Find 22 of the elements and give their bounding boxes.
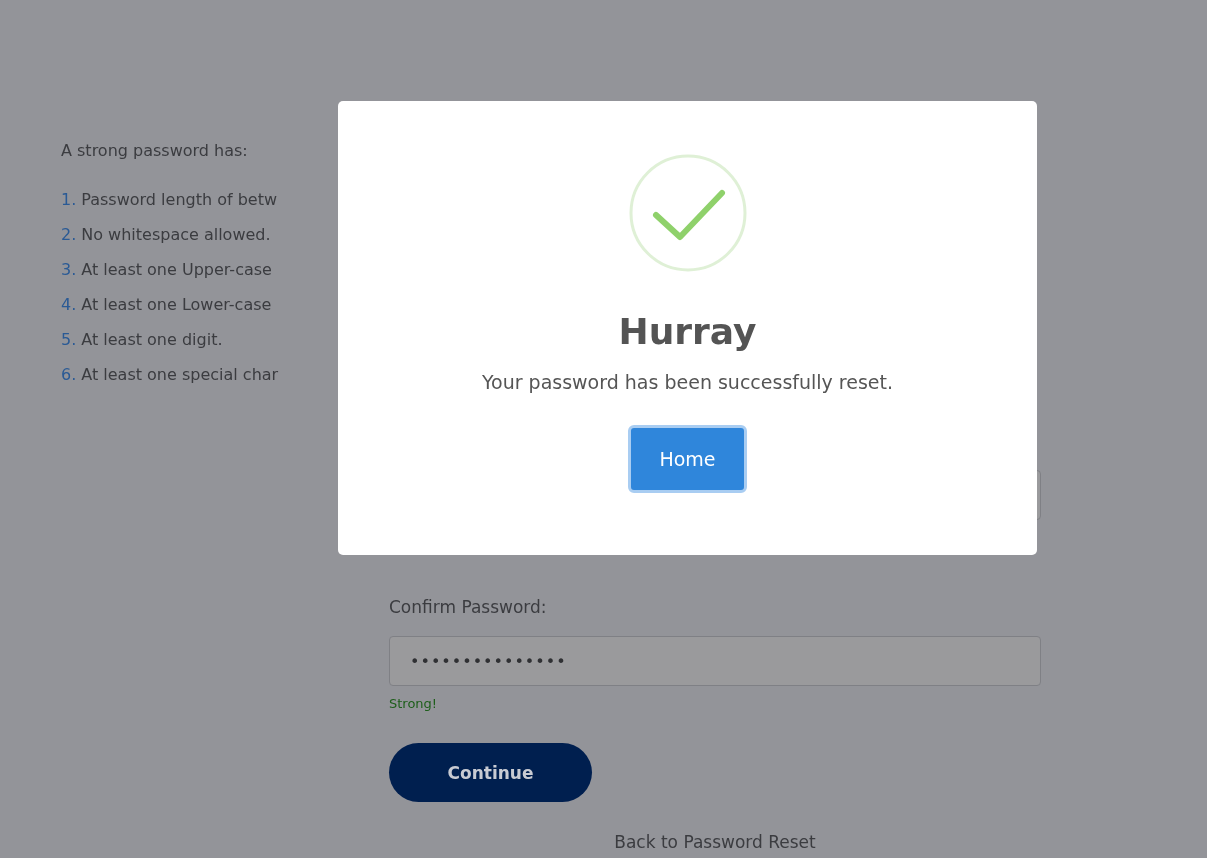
back-link[interactable]: Back to Password Reset xyxy=(614,832,816,852)
dialog-message: Your password has been successfully reset. xyxy=(481,370,893,395)
requirements-heading: A strong password has: xyxy=(61,140,249,162)
requirement-text: Password length of betw xyxy=(81,189,278,211)
continue-button[interactable]: Continue xyxy=(389,743,592,802)
list-number: 5. xyxy=(61,329,77,351)
dialog-title: Hurray xyxy=(618,311,757,353)
list-number: 2. xyxy=(61,224,77,246)
list-number: 6. xyxy=(61,364,77,386)
requirement-text: At least one Lower-case xyxy=(81,294,272,316)
list-number: 3. xyxy=(61,259,77,281)
requirement-text: At least one Upper-case xyxy=(81,259,272,281)
confirm-password-field[interactable]: ••••••••••••••• xyxy=(389,636,1041,686)
confirm-password-label: Confirm Password: xyxy=(389,596,548,618)
requirement-text: At least one special char xyxy=(81,364,279,386)
list-number: 4. xyxy=(61,294,77,316)
requirement-text: No whitespace allowed. xyxy=(81,224,271,246)
success-check-icon xyxy=(627,153,748,273)
strength-indicator: Strong! xyxy=(389,695,439,713)
list-number: 1. xyxy=(61,189,77,211)
requirement-text: At least one digit. xyxy=(81,329,223,351)
home-button[interactable]: Home xyxy=(628,425,747,493)
